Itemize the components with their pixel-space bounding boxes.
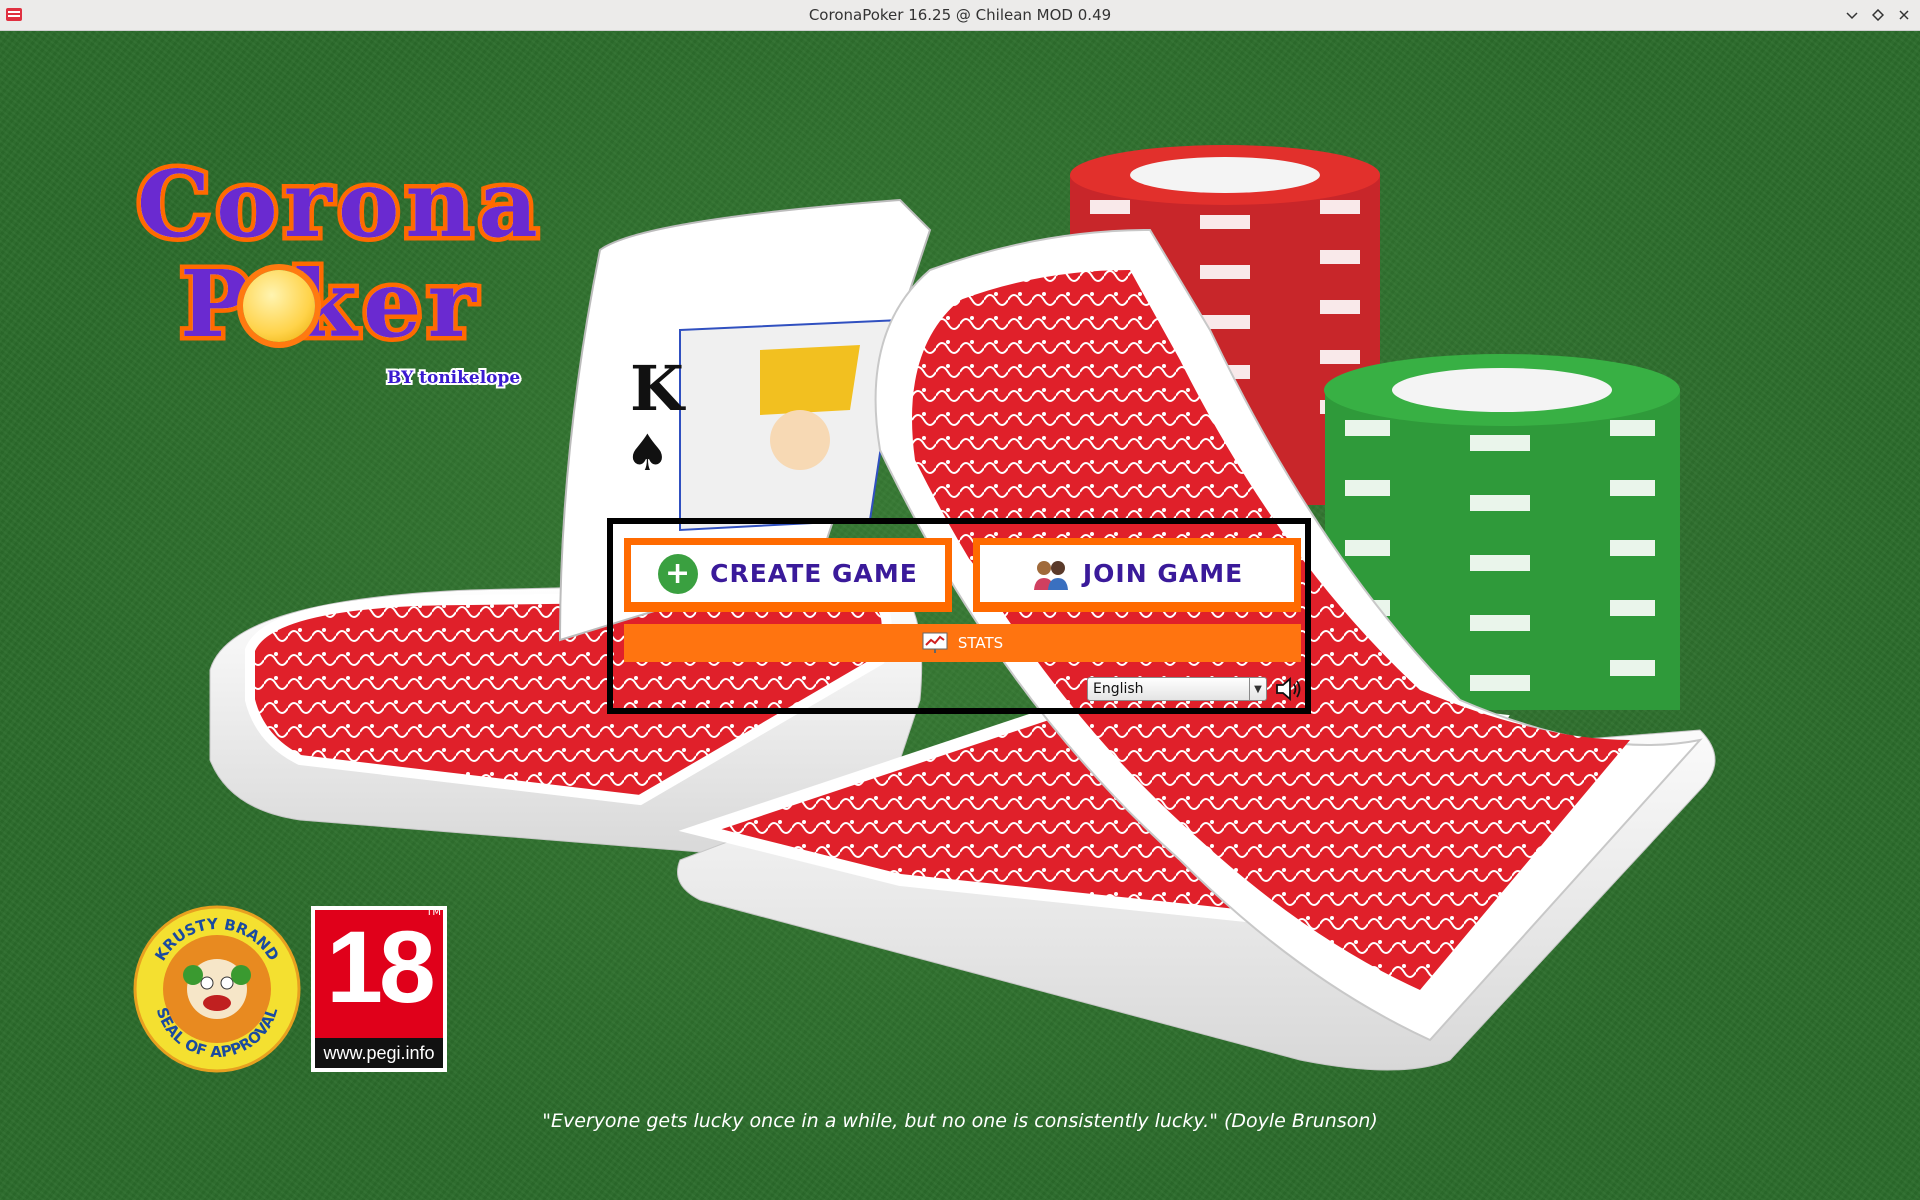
join-game-button[interactable]: JOIN GAME xyxy=(973,538,1301,612)
plus-icon: + xyxy=(658,553,699,594)
language-select[interactable]: English ▼ xyxy=(1087,677,1267,701)
krusty-seal-badge: KRUSTY BRAND SEAL OF APPROVAL xyxy=(133,905,301,1073)
main-menu-panel: + CREATE GAME JOIN GAME STATS English ▼ xyxy=(607,518,1311,714)
stats-chart-icon xyxy=(922,632,948,653)
pegi-rating-badge: TM 18 www.pegi.info xyxy=(311,906,447,1072)
join-game-label: JOIN GAME xyxy=(1082,559,1244,588)
language-select-value: English xyxy=(1093,681,1144,697)
masked-face-icon xyxy=(243,270,315,342)
spade-suit-text: ♠ xyxy=(625,424,670,482)
people-icon xyxy=(1033,560,1068,590)
create-game-label: CREATE GAME xyxy=(710,559,918,588)
create-game-button[interactable]: + CREATE GAME xyxy=(624,538,952,612)
pegi-url: www.pegi.info xyxy=(315,1038,443,1068)
stats-button[interactable]: STATS xyxy=(624,624,1301,662)
stats-label: STATS xyxy=(957,634,1004,652)
king-rank-text: K xyxy=(630,352,686,425)
logo-line-2: P ker xyxy=(176,246,482,363)
logo-byline: BY tonikelope xyxy=(385,366,522,390)
pegi-rating-number: 18 xyxy=(326,910,435,1024)
logo-line-1: Corona xyxy=(133,146,544,263)
chevron-down-icon: ▼ xyxy=(1249,678,1266,700)
corona-poker-logo: Corona P ker BY tonikelope xyxy=(125,146,575,400)
speaker-sound-icon[interactable] xyxy=(1274,675,1304,703)
quote-text: "Everyone gets lucky once in a while, bu… xyxy=(542,1110,1378,1132)
